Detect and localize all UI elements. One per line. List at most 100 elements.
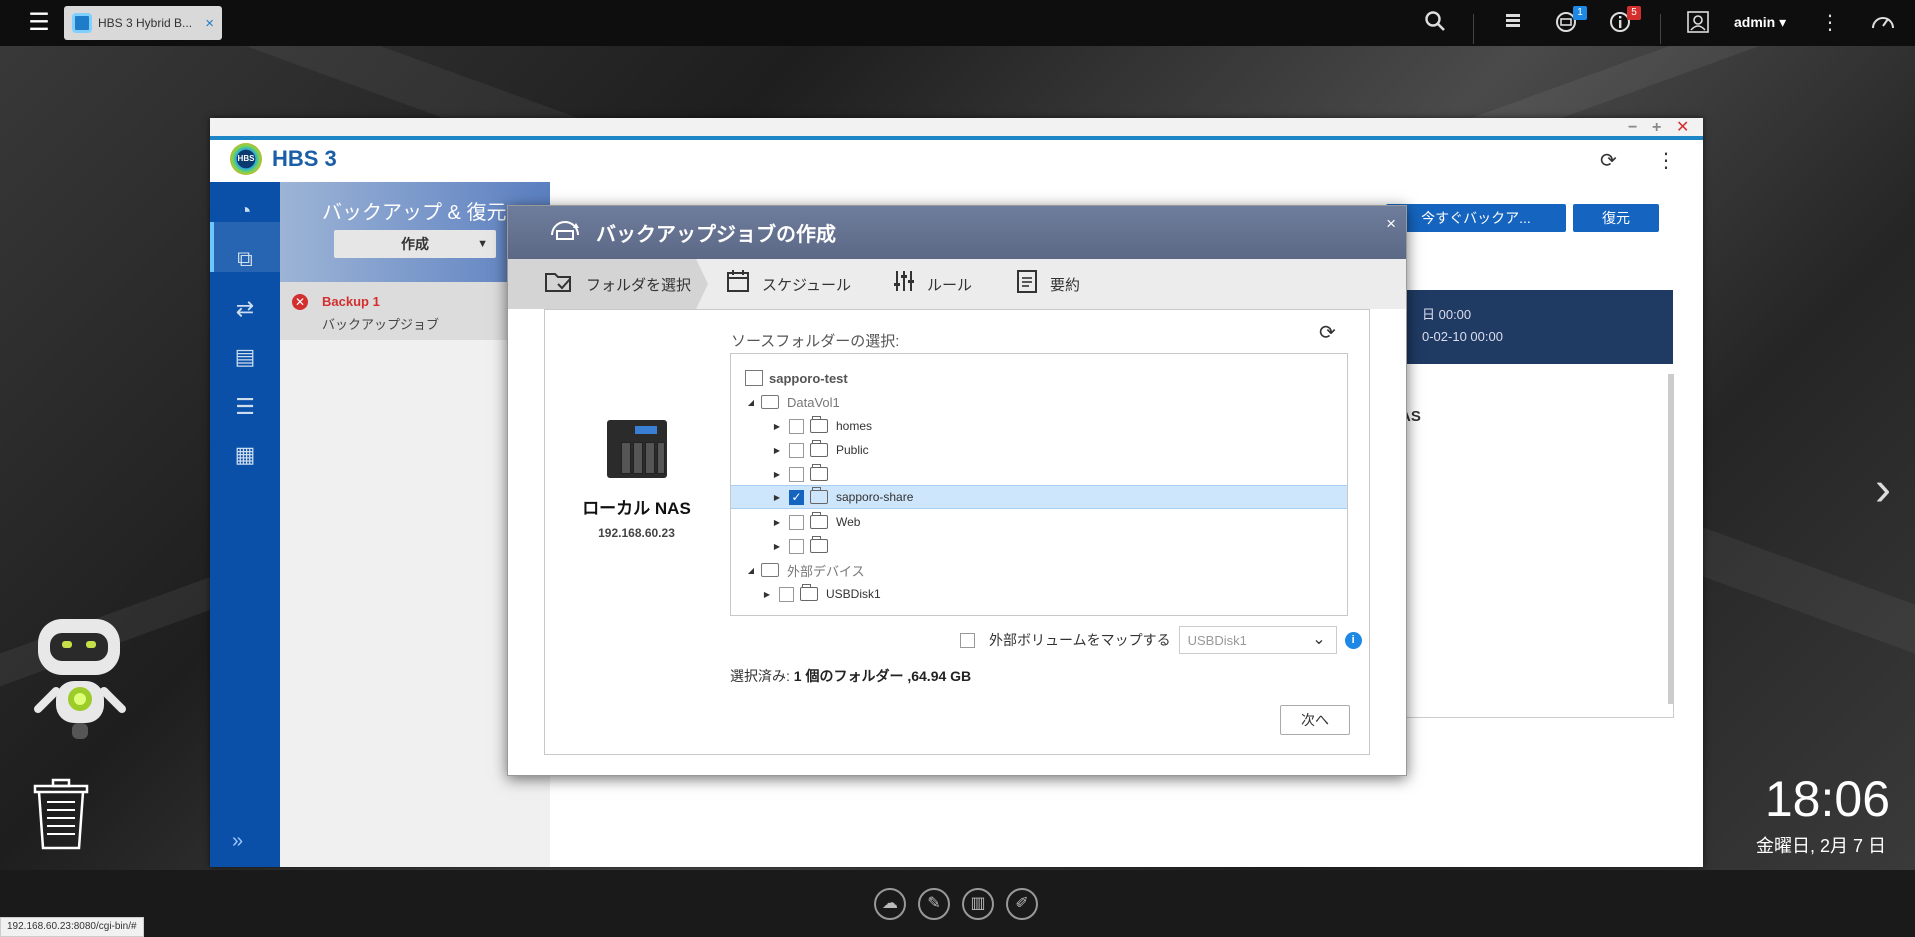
- clock-time: 18:06: [1764, 771, 1890, 827]
- folder-icon: [810, 487, 828, 504]
- refresh-icon[interactable]: ⟳: [1600, 148, 1617, 173]
- tree-row[interactable]: ▶ homes: [731, 414, 1347, 438]
- map-volume-checkbox[interactable]: [960, 632, 975, 648]
- info-icon[interactable]: 5: [1607, 6, 1641, 36]
- folder-checkbox[interactable]: ✓: [789, 489, 804, 505]
- backup-restore-icon[interactable]: ⧉: [230, 244, 260, 274]
- expand-arrow-icon[interactable]: ▶: [771, 470, 783, 479]
- folder-checkbox[interactable]: [789, 538, 804, 554]
- app-tab[interactable]: HBS 3 Hybrid B... ×: [64, 6, 222, 40]
- tree-label: sapporo-test: [769, 370, 848, 386]
- folder-checkbox[interactable]: [789, 418, 804, 434]
- tools-icon[interactable]: ✎: [918, 888, 950, 920]
- step-summary[interactable]: 要約: [1016, 259, 1080, 309]
- folder-icon: [810, 536, 828, 553]
- notification-badge: 1: [1573, 6, 1587, 20]
- close-icon[interactable]: ×: [1386, 214, 1396, 234]
- local-nas-label: ローカル NAS: [582, 499, 691, 518]
- cloud-icon[interactable]: ☁: [874, 888, 906, 920]
- tree-row[interactable]: ▶: [731, 534, 1347, 558]
- clipboard-icon: [1016, 268, 1038, 300]
- more-icon[interactable]: ⋮: [1656, 148, 1676, 173]
- folder-checkbox[interactable]: [789, 442, 804, 458]
- logs-icon[interactable]: ▦: [230, 440, 260, 470]
- step-label: 要約: [1050, 276, 1081, 294]
- expand-arrow-icon[interactable]: ▶: [761, 590, 773, 599]
- tree-row[interactable]: ▶ Web: [731, 510, 1347, 534]
- tree-row[interactable]: ▶ USBDisk1: [731, 582, 1347, 606]
- more-icon[interactable]: ⋮: [1817, 10, 1843, 36]
- chevron-right-icon[interactable]: ›: [1875, 462, 1891, 517]
- expand-arrow-icon[interactable]: ◢: [745, 566, 757, 575]
- step-rules[interactable]: ルール: [893, 259, 972, 309]
- info-icon[interactable]: i: [1344, 631, 1362, 649]
- volume-select[interactable]: USBDisk1: [1178, 626, 1337, 654]
- section-title: バックアップ & 復元: [322, 202, 507, 224]
- separator: [1660, 14, 1661, 44]
- folder-checkbox[interactable]: [789, 466, 804, 482]
- expand-arrow-icon[interactable]: ▶: [771, 493, 783, 502]
- dashboard-icon[interactable]: [1870, 10, 1896, 36]
- maximize-icon[interactable]: +: [1652, 118, 1661, 138]
- assistant-robot-icon[interactable]: [28, 617, 133, 743]
- user-icon[interactable]: [1685, 10, 1711, 36]
- tree-row[interactable]: ▶: [731, 462, 1347, 486]
- map-volume-label: 外部ボリュームをマップする: [989, 632, 1171, 648]
- expand-arrow-icon[interactable]: ◢: [745, 398, 757, 407]
- drive-icon: [761, 395, 779, 409]
- expand-arrow-icon[interactable]: ▶: [771, 422, 783, 431]
- map-volume-row: 外部ボリュームをマップする USBDisk1 i: [960, 626, 1362, 654]
- services-icon[interactable]: ☰: [230, 392, 260, 422]
- stack-icon[interactable]: [1500, 10, 1526, 36]
- expand-arrow-icon[interactable]: ▶: [771, 542, 783, 551]
- close-icon[interactable]: ×: [205, 15, 214, 32]
- notification-icon[interactable]: 1: [1553, 6, 1587, 36]
- tree-row[interactable]: ▶ ✓ sapporo-share: [731, 485, 1347, 509]
- tab-label: HBS 3 Hybrid B...: [98, 16, 193, 30]
- tree-row[interactable]: ◢ 外部デバイス: [731, 558, 1347, 582]
- wizard-steps: フォルダを選択 スケジュール ルール 要約: [508, 259, 1406, 309]
- schedule-summary: 日 00:00 0-02-10 00:00: [1390, 290, 1673, 364]
- close-window-icon[interactable]: ✕: [1676, 118, 1689, 138]
- step-label: スケジュール: [762, 276, 851, 294]
- top-bar: ☰ HBS 3 Hybrid B... × 1 5 admin ▾ ⋮: [0, 0, 1915, 46]
- step-schedule[interactable]: スケジュール: [726, 259, 851, 309]
- step-label: フォルダを選択: [586, 276, 692, 294]
- create-button[interactable]: 作成 ▼: [334, 230, 496, 258]
- expand-icon[interactable]: »: [232, 830, 243, 853]
- trash-icon[interactable]: [33, 778, 89, 852]
- tree-row[interactable]: ▶ Public: [731, 438, 1347, 462]
- folder-tree: sapporo-test ◢ DataVol1 ▶ homes ▶ Public ▶ ▶ ✓ sap…: [730, 353, 1348, 616]
- expand-arrow-icon[interactable]: ▶: [771, 518, 783, 527]
- tree-label: homes: [836, 419, 873, 433]
- minimize-icon[interactable]: −: [1628, 118, 1637, 138]
- window-titlebar: − + ✕: [210, 118, 1703, 140]
- drive-icon: [761, 563, 779, 577]
- nas-bay: [633, 442, 643, 474]
- dropdown-icon: ▼: [477, 238, 488, 250]
- search-icon[interactable]: [1422, 10, 1448, 36]
- overview-icon[interactable]: ◔: [230, 196, 260, 226]
- next-button[interactable]: 次へ: [1280, 705, 1350, 735]
- folder-checkbox[interactable]: [789, 514, 804, 530]
- step-label: ルール: [927, 276, 973, 294]
- schedule-line: 日 00:00: [1422, 307, 1472, 322]
- expand-arrow-icon[interactable]: ▶: [771, 446, 783, 455]
- step-select-folder[interactable]: フォルダを選択: [508, 259, 708, 309]
- nas-bay: [657, 442, 665, 474]
- folder-icon: [800, 584, 818, 601]
- user-menu[interactable]: admin ▾: [1734, 14, 1786, 31]
- refresh-icon[interactable]: ⟳: [1319, 320, 1336, 345]
- app-sidebar: ◔ ⧉ ⇄ ▤ ☰ ▦ »: [210, 182, 280, 867]
- sync-icon[interactable]: ⇄: [230, 294, 260, 324]
- edit-icon[interactable]: ✐: [1006, 888, 1038, 920]
- book-icon[interactable]: ▥: [962, 888, 994, 920]
- scrollbar[interactable]: [1668, 374, 1674, 704]
- tree-row[interactable]: ◢ DataVol1: [731, 390, 1347, 414]
- menu-icon[interactable]: ☰: [22, 10, 56, 36]
- folder-checkbox[interactable]: [779, 586, 794, 602]
- restore-button[interactable]: 復元: [1573, 204, 1659, 232]
- storage-icon[interactable]: ▤: [230, 342, 260, 372]
- backup-now-button[interactable]: 今すぐバックア...: [1386, 204, 1566, 232]
- tree-row[interactable]: sapporo-test: [731, 366, 1347, 390]
